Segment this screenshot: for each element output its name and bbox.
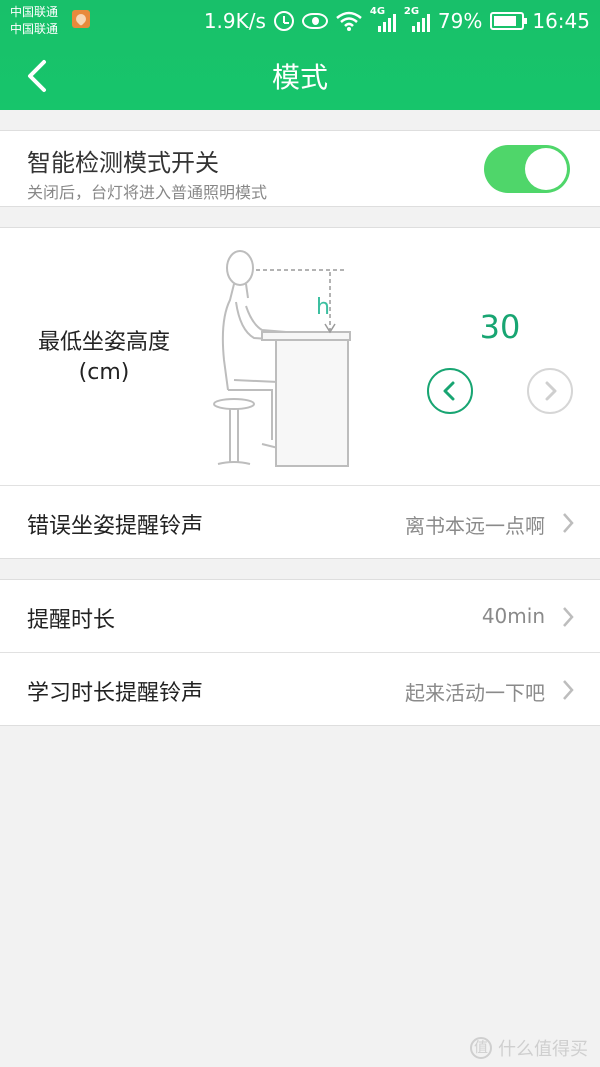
h-marker: h [316,295,330,320]
posture-card: 最低坐姿高度 (cm) h 30 错误坐姿提醒铃声 离书本远一点啊 [0,227,600,559]
chevron-right-icon [563,607,574,627]
clock: 16:45 [532,9,590,33]
wrong-posture-ringtone-label: 错误坐姿提醒铃声 [27,514,204,539]
eye-icon [301,13,328,29]
wifi-icon [336,11,362,31]
watermark-text: 什么值得买 [498,1039,588,1060]
min-height-label: 最低坐姿高度 (cm) [24,328,184,388]
increase-height-button[interactable] [527,368,573,414]
battery-percent: 79% [437,9,483,33]
chevron-left-icon [443,381,455,401]
chevron-right-icon [545,381,557,401]
carrier-1: 中国联通 [10,5,59,19]
smart-mode-toggle[interactable] [484,145,570,193]
app-header: 中国联通 中国联通 1.9K/s 4G 2G 79% 16:45 模式 [0,0,600,110]
carrier-labels: 中国联通 中国联通 [10,4,58,38]
min-height-unit: (cm) [78,360,130,385]
status-bar: 中国联通 中国联通 1.9K/s 4G 2G 79% 16:45 [0,0,600,42]
wrong-posture-ringtone-value: 离书本远一点啊 [405,514,545,538]
page-title: 模式 [271,61,328,94]
remind-duration-value: 40min [481,604,545,628]
reminder-card: 提醒时长 40min 学习时长提醒铃声 起来活动一下吧 [0,579,600,726]
remind-duration-label: 提醒时长 [27,608,116,633]
smart-mode-subtitle: 关闭后，台灯将进入普通照明模式 [27,183,268,202]
signal-2g-icon: 2G [404,6,430,32]
app-notification-icon [72,10,90,28]
status-icons: 1.9K/s 4G 2G 79% 16:45 [203,6,590,34]
remind-duration-row[interactable]: 提醒时长 40min [0,580,600,652]
chevron-right-icon [563,680,574,700]
wrong-posture-ringtone-row[interactable]: 错误坐姿提醒铃声 离书本远一点啊 [0,486,600,558]
sitting-posture-illustration: h [213,250,351,467]
alarm-icon [273,11,294,31]
min-height-value: 30 [479,308,521,346]
watermark-logo: 值 [470,1037,492,1059]
battery-icon [490,12,528,30]
carrier-2: 中国联通 [10,22,59,36]
chevron-right-icon [563,513,574,533]
net-speed: 1.9K/s [203,9,266,33]
smart-mode-card: 智能检测模式开关 关闭后，台灯将进入普通照明模式 [0,130,600,207]
signal-4g-icon: 4G [370,6,396,32]
min-height-label-text: 最低坐姿高度 [37,330,170,355]
toggle-knob [525,148,567,190]
decrease-height-button[interactable] [427,368,473,414]
study-ringtone-label: 学习时长提醒铃声 [27,681,204,706]
smart-mode-title: 智能检测模式开关 [27,149,219,177]
study-ringtone-row[interactable]: 学习时长提醒铃声 起来活动一下吧 [0,653,600,725]
watermark: 值 什么值得买 [470,1035,588,1061]
study-ringtone-value: 起来活动一下吧 [405,681,545,705]
